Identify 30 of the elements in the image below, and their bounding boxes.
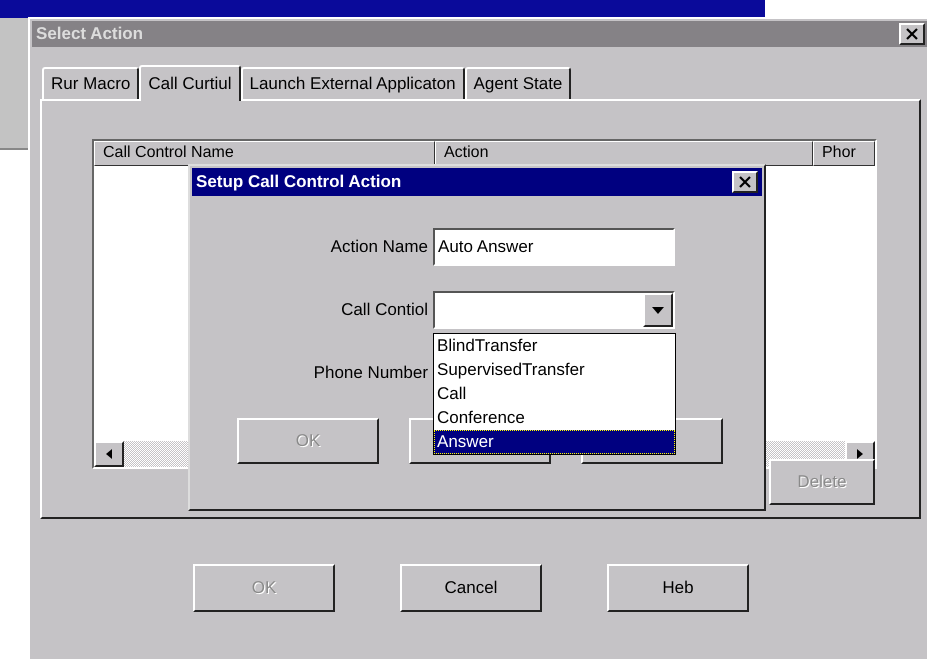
dialog-title: Setup Call Control Action: [196, 172, 402, 192]
close-icon: [738, 176, 752, 188]
close-button[interactable]: [899, 23, 925, 45]
dropdown-button[interactable]: [643, 293, 673, 327]
column-header[interactable]: Call Control Name: [94, 141, 435, 166]
field-label: Phone Number: [312, 363, 429, 383]
field-label: Action Name: [330, 237, 429, 257]
scroll-left-button[interactable]: [94, 441, 124, 467]
window-title: Select Action: [36, 24, 144, 44]
column-header[interactable]: Phor: [813, 141, 875, 166]
dropdown-option[interactable]: Conference: [434, 406, 675, 430]
call-control-dropdown[interactable]: [433, 291, 675, 329]
dialog-button[interactable]: Cancel: [400, 564, 542, 612]
close-icon: [905, 28, 919, 40]
tab[interactable]: Call Curtiul: [139, 65, 240, 101]
dropdown-option[interactable]: Answer: [434, 430, 675, 454]
caret-icon: [652, 306, 664, 314]
right-arrow-icon: [857, 449, 863, 459]
left-arrow-icon: [106, 449, 112, 459]
tab[interactable]: Rur Macro: [42, 67, 140, 99]
field-label: Call Contiol: [340, 300, 429, 320]
input-field[interactable]: Auto Answer: [433, 228, 675, 266]
dialog-button[interactable]: Heb: [607, 564, 749, 612]
tab[interactable]: Launch External Applicaton: [240, 67, 465, 99]
dropdown-option[interactable]: SupervisedTransfer: [434, 358, 675, 382]
dropdown-option[interactable]: BlindTransfer: [434, 334, 675, 358]
tab[interactable]: Agent State: [464, 67, 572, 99]
close-button[interactable]: [732, 171, 758, 193]
column-header[interactable]: Action: [435, 141, 813, 166]
dropdown-option[interactable]: Call: [434, 382, 675, 406]
